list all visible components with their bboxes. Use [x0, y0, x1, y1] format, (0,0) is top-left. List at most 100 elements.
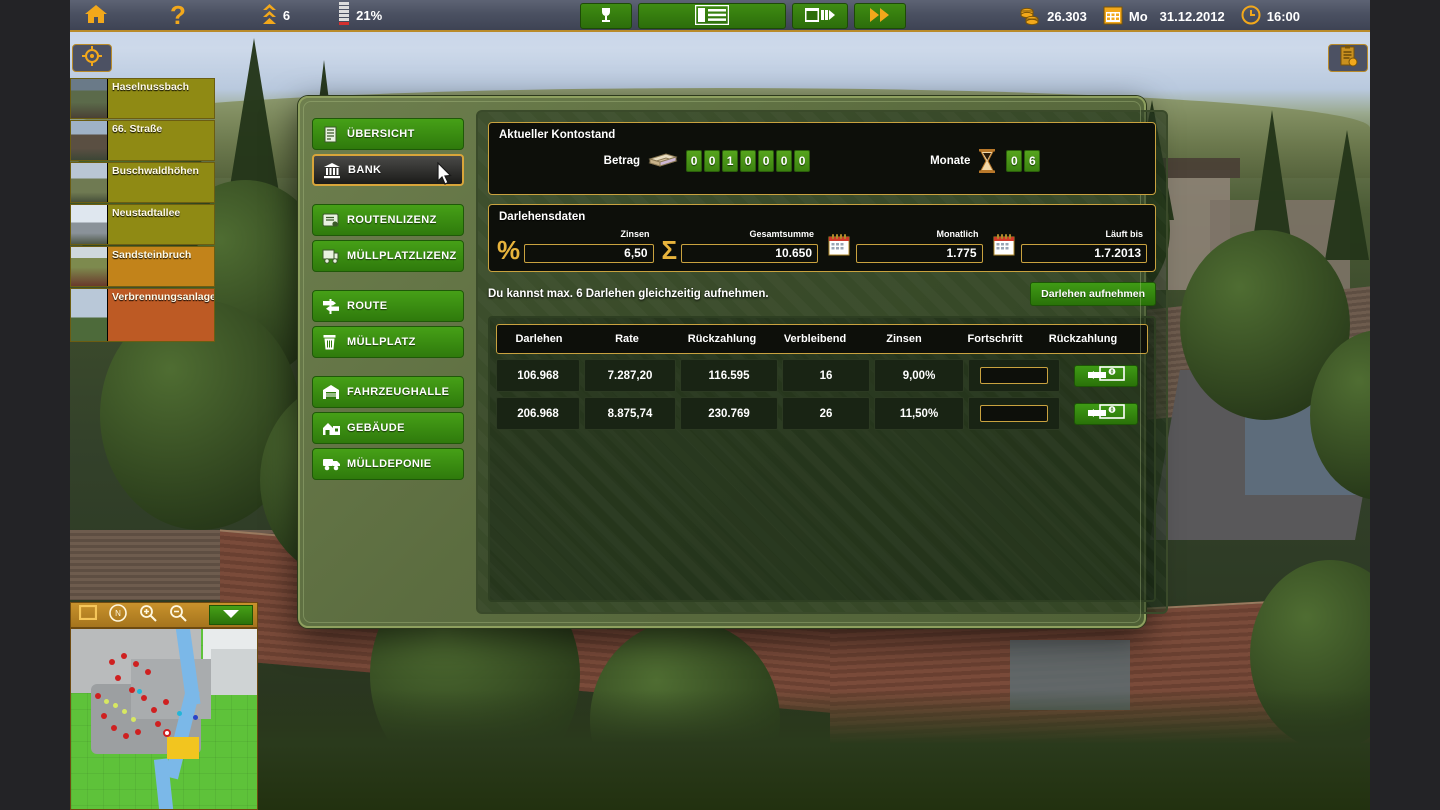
- field-caption: Gesamtsumme: [749, 229, 814, 239]
- loan-data-panel: Darlehensdaten % Zinsen 6,50 Σ Gesamtsum…: [488, 204, 1156, 272]
- nav-item-fahrzeughalle[interactable]: FAHRZEUGHALLE: [312, 376, 464, 408]
- calendar-icon: [826, 232, 852, 263]
- amount-label: Betrag: [603, 155, 641, 167]
- field-caption: Monatlich: [936, 229, 979, 239]
- speed-indicator[interactable]: 6: [262, 3, 290, 28]
- money-display: 26.303: [1019, 5, 1087, 28]
- nav-divider: [312, 276, 464, 290]
- clock-icon: [1241, 5, 1261, 28]
- mouse-cursor: [437, 161, 452, 185]
- nav-item-label: MÜLLPLATZLIZENZ: [347, 250, 457, 262]
- compass-icon: N: [109, 603, 127, 627]
- building-icon: [322, 420, 340, 437]
- column-header: Rückzahlung: [1048, 333, 1118, 345]
- minimap-view[interactable]: [70, 628, 258, 810]
- list-item[interactable]: Verbrennungsanlage: [70, 288, 215, 342]
- fastforward-button[interactable]: [854, 3, 906, 29]
- banknote-icon: 0: [1086, 366, 1126, 385]
- list-item[interactable]: Neustadtallee: [70, 204, 215, 245]
- location-thumbnail: [71, 121, 108, 160]
- take-loan-button[interactable]: Darlehen aufnehmen: [1030, 282, 1156, 306]
- day-value: Mo: [1128, 8, 1148, 24]
- gauge-icon: [338, 1, 350, 29]
- cell-verbleibend: 16: [782, 359, 870, 392]
- time-display: 16:00: [1241, 5, 1300, 28]
- location-list: Haselnussbach 66. Straße Buschwaldhöhen …: [70, 78, 215, 343]
- trophy-button[interactable]: [580, 3, 632, 29]
- months-digits[interactable]: 0 6: [1006, 150, 1041, 172]
- hourglass-icon: [978, 149, 998, 173]
- digit[interactable]: 0: [776, 150, 793, 172]
- list-item-label: Buschwaldhöhen: [112, 165, 199, 177]
- fast-forward-icon: [870, 7, 890, 26]
- zoom-in-button[interactable]: [135, 604, 161, 625]
- digit[interactable]: 0: [740, 150, 757, 172]
- list-item[interactable]: 66. Straße: [70, 120, 215, 161]
- bank-content: Aktueller Kontostand Betrag 0 0 1 0 0 0 …: [476, 110, 1168, 614]
- column-header: Verbleibend: [783, 333, 847, 345]
- dump-license-icon: [322, 248, 339, 265]
- nav-item-muellplatzlizenz[interactable]: MÜLLPLATZLIZENZ: [312, 240, 464, 272]
- digit[interactable]: 0: [1006, 150, 1023, 172]
- home-button[interactable]: [84, 3, 108, 28]
- top-hud-bar: ? 6 21% 26.303 Mo 31.12.2012 16:00: [70, 0, 1370, 32]
- help-button[interactable]: ?: [170, 2, 186, 28]
- cell-rueckzahlung: 116.595: [680, 359, 778, 392]
- months-label: Monate: [930, 155, 971, 167]
- garage-icon: [322, 384, 339, 401]
- list-item[interactable]: Haselnussbach: [70, 78, 215, 119]
- garbage-truck-icon: [322, 456, 340, 473]
- expand-button[interactable]: [209, 605, 253, 625]
- digit[interactable]: 6: [1024, 150, 1041, 172]
- crosshair-icon: [82, 45, 102, 71]
- digit[interactable]: 0: [686, 150, 703, 172]
- list-item[interactable]: Sandsteinbruch: [70, 246, 215, 287]
- contracts-button[interactable]: [1328, 44, 1368, 72]
- compass-button[interactable]: N: [105, 603, 131, 627]
- banknote-stack-icon: [648, 151, 678, 171]
- game-screen: ? 6 21% 26.303 Mo 31.12.2012 16:00 Hasel…: [0, 0, 1440, 810]
- list-item[interactable]: Buschwaldhöhen: [70, 162, 215, 203]
- digit[interactable]: 1: [722, 150, 739, 172]
- calendar-icon: [991, 232, 1017, 263]
- percent-icon: %: [497, 235, 521, 265]
- nav-item-route[interactable]: ROUTE: [312, 290, 464, 322]
- rectangle-icon: [78, 604, 98, 625]
- repay-loan-button[interactable]: 0: [1074, 402, 1138, 425]
- nav-item-label: BANK: [348, 164, 382, 176]
- center-camera-button[interactable]: [72, 44, 112, 72]
- location-thumbnail: [71, 79, 108, 118]
- nav-item-routenlizenz[interactable]: ROUTENLIZENZ: [312, 204, 464, 236]
- nav-item-uebersicht[interactable]: ÜBERSICHT: [312, 118, 464, 150]
- cell-darlehen: 106.968: [496, 359, 580, 392]
- amount-digits[interactable]: 0 0 1 0 0 0 0: [686, 150, 811, 172]
- frame-button[interactable]: [75, 604, 101, 625]
- amount-group: Betrag 0 0 1 0 0 0 0: [603, 150, 811, 172]
- hud-status-group: 26.303 Mo 31.12.2012 16:00: [1019, 0, 1300, 32]
- svg-text:N: N: [115, 609, 121, 618]
- signpost-icon: [322, 298, 339, 315]
- table-row[interactable]: 106.968 7.287,20 116.595 16 9,00% 0: [496, 359, 1148, 392]
- dialog-nav: ÜBERSICHT BANK ROUTENLIZENZ MÜLLPLATZLIZ…: [312, 110, 464, 614]
- column-header: Rückzahlung: [687, 333, 757, 345]
- list-item-label: Verbrennungsanlage: [112, 291, 215, 303]
- digit[interactable]: 0: [758, 150, 775, 172]
- zoom-out-button[interactable]: [165, 604, 191, 625]
- account-balance-panel: Aktueller Kontostand Betrag 0 0 1 0 0 0 …: [488, 122, 1156, 195]
- digit[interactable]: 0: [794, 150, 811, 172]
- list-button[interactable]: [638, 3, 786, 29]
- nav-item-gebaeude[interactable]: GEBÄUDE: [312, 412, 464, 444]
- nav-item-muellplatz[interactable]: MÜLLPLATZ: [312, 326, 464, 358]
- calendar-button[interactable]: [792, 3, 848, 29]
- nav-item-mülldeponie[interactable]: MÜLLDEPONIE: [312, 448, 464, 480]
- table-row[interactable]: 206.968 8.875,74 230.769 26 11,50% 0: [496, 397, 1148, 430]
- fuel-indicator[interactable]: 21%: [338, 1, 382, 29]
- list-item-label: Sandsteinbruch: [112, 249, 192, 261]
- list-icon: [694, 4, 730, 28]
- chevrons-up-icon: [262, 3, 277, 28]
- field-caption: Zinsen: [620, 229, 650, 239]
- trophy-icon: [598, 7, 614, 26]
- digit[interactable]: 0: [704, 150, 721, 172]
- repay-loan-button[interactable]: 0: [1074, 364, 1138, 387]
- nav-item-label: ROUTENLIZENZ: [347, 214, 437, 226]
